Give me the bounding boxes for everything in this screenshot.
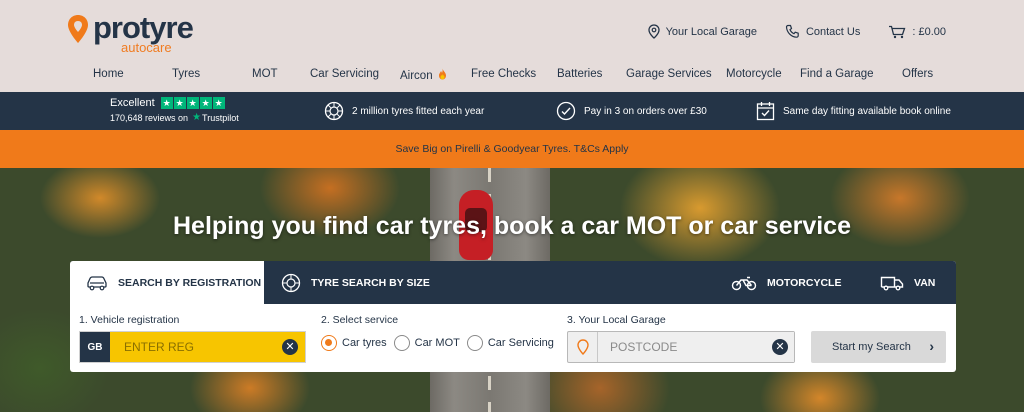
trustpilot-logo: ★ Trustpilot [192, 112, 240, 123]
tab-motorcycle[interactable]: MOTORCYCLE [731, 261, 841, 304]
usp-tyres-fitted-label: 2 million tyres fitted each year [352, 105, 485, 117]
radio-car-tyres[interactable]: Car tyres [321, 335, 387, 351]
trustpilot-stars: ★ ★ ★ ★ ★ [160, 97, 226, 109]
start-search-button[interactable]: Start my Search › [811, 331, 946, 363]
phone-icon [785, 24, 799, 38]
logo-tagline: autocare [121, 40, 172, 55]
nav-mot[interactable]: MOT [252, 68, 278, 80]
nav-home[interactable]: Home [93, 68, 124, 80]
contact-us-label: Contact Us [805, 25, 861, 38]
radio-unselected-icon [393, 335, 410, 351]
car-icon [87, 275, 107, 290]
trustpilot-widget[interactable]: Excellent ★ ★ ★ ★ ★ 170,648 reviews on ★… [110, 97, 240, 123]
basket-link[interactable]: : £0.00 [888, 25, 946, 39]
star-icon: ★ [160, 97, 173, 109]
nav-motorcycle[interactable]: Motorcycle [726, 68, 782, 80]
radio-car-mot-label: Car MOT [414, 337, 460, 349]
star-icon: ★ [212, 97, 225, 109]
logo-wordmark: protyre [93, 10, 194, 45]
service-radio-group: Car tyres Car MOT Car Servicing [321, 335, 561, 351]
fire-icon [438, 68, 446, 80]
postcode-input-group [567, 331, 795, 363]
clear-registration-icon[interactable]: ✕ [282, 339, 298, 355]
vehicle-search-widget: SEARCH BY REGISTRATION TYRE SEARCH BY SI… [70, 261, 956, 372]
search-fields: 1. Vehicle registration GB ✕ 2. Select s… [70, 304, 956, 372]
radio-unselected-icon [466, 335, 483, 351]
main-navigation: Home Tyres MOT Car Servicing Aircon Free… [0, 68, 1024, 84]
map-pin-icon [647, 24, 660, 39]
van-icon [880, 276, 904, 290]
registration-input[interactable] [110, 332, 305, 362]
trustpilot-name: Trustpilot [202, 112, 239, 123]
nav-free-checks[interactable]: Free Checks [471, 68, 536, 80]
star-icon: ★ [173, 97, 186, 109]
postcode-pin [568, 332, 598, 362]
promo-banner[interactable]: Save Big on Pirelli & Goodyear Tyres. T&… [0, 130, 1024, 168]
radio-car-servicing-label: Car Servicing [487, 337, 554, 349]
protyre-logo[interactable]: protyre autocare [66, 10, 194, 55]
nav-batteries[interactable]: Batteries [557, 68, 602, 80]
tab-tyre-search-by-size[interactable]: TYRE SEARCH BY SIZE [281, 261, 430, 304]
local-garage-label: Your Local Garage [665, 25, 757, 38]
clock-check-icon [556, 101, 576, 121]
star-icon: ★ [186, 97, 199, 109]
hero-title: Helping you find car tyres, book a car M… [172, 212, 851, 240]
site-header: protyre autocare Your Local Garage Conta… [0, 0, 1024, 92]
basket-total: : £0.00 [912, 25, 946, 38]
tab-tyre-search-by-size-label: TYRE SEARCH BY SIZE [311, 276, 430, 289]
tab-motorcycle-label: MOTORCYCLE [767, 276, 842, 289]
logo-pin-icon [68, 15, 88, 43]
star-icon: ★ [199, 97, 212, 109]
start-search-label: Start my Search [832, 341, 911, 353]
local-garage-link[interactable]: Your Local Garage [647, 24, 757, 39]
contact-us-link[interactable]: Contact Us [785, 24, 860, 39]
trustpilot-review-count: 170,648 reviews on [110, 112, 189, 123]
cart-icon [889, 25, 906, 38]
postcode-input[interactable] [598, 332, 794, 362]
registration-input-group: GB [79, 331, 306, 363]
header-utility-links: Your Local Garage Contact Us : £0.00 [620, 24, 946, 39]
nav-tyres[interactable]: Tyres [172, 68, 200, 80]
search-tabs: SEARCH BY REGISTRATION TYRE SEARCH BY SI… [70, 261, 956, 304]
trust-bar: Excellent ★ ★ ★ ★ ★ 170,648 reviews on ★… [0, 92, 1024, 130]
trustpilot-rating-label: Excellent [110, 97, 155, 109]
tab-search-by-registration[interactable]: SEARCH BY REGISTRATION [70, 261, 264, 304]
nav-aircon[interactable]: Aircon [400, 68, 447, 82]
clear-postcode-icon[interactable]: ✕ [772, 339, 788, 355]
usp-pay-in-3: Pay in 3 on orders over £30 [556, 92, 707, 130]
tyre-icon [281, 273, 301, 292]
trustpilot-star-icon: ★ [192, 112, 202, 123]
chevron-right-icon: › [929, 338, 934, 354]
tab-van[interactable]: VAN [880, 261, 935, 304]
select-service-label: 2. Select service [321, 314, 399, 326]
nav-offers[interactable]: Offers [902, 68, 933, 80]
radio-selected-icon [321, 335, 337, 351]
nav-garage-services[interactable]: Garage Services [626, 68, 712, 80]
usp-same-day-fitting-label: Same day fitting available book online [783, 105, 951, 117]
tyre-icon [324, 101, 344, 121]
map-pin-icon [576, 339, 589, 355]
usp-same-day-fitting: Same day fitting available book online [756, 92, 951, 130]
tab-van-label: VAN [914, 276, 936, 289]
nav-car-servicing[interactable]: Car Servicing [310, 68, 379, 80]
tab-search-by-registration-label: SEARCH BY REGISTRATION [118, 276, 262, 289]
nav-find-a-garage[interactable]: Find a Garage [800, 68, 874, 80]
motorcycle-icon [731, 276, 757, 290]
usp-tyres-fitted: 2 million tyres fitted each year [324, 92, 484, 130]
nav-aircon-label: Aircon [400, 70, 433, 82]
radio-car-tyres-label: Car tyres [342, 337, 387, 349]
radio-car-servicing[interactable]: Car Servicing [466, 335, 554, 351]
radio-car-mot[interactable]: Car MOT [393, 335, 460, 351]
usp-pay-in-3-label: Pay in 3 on orders over £30 [584, 105, 707, 117]
gb-plate-prefix: GB [80, 332, 110, 362]
vehicle-registration-label: 1. Vehicle registration [79, 314, 180, 326]
promo-text: Save Big on Pirelli & Goodyear Tyres. T&… [395, 143, 629, 155]
calendar-check-icon [756, 102, 775, 121]
local-garage-label: 3. Your Local Garage [567, 314, 666, 326]
